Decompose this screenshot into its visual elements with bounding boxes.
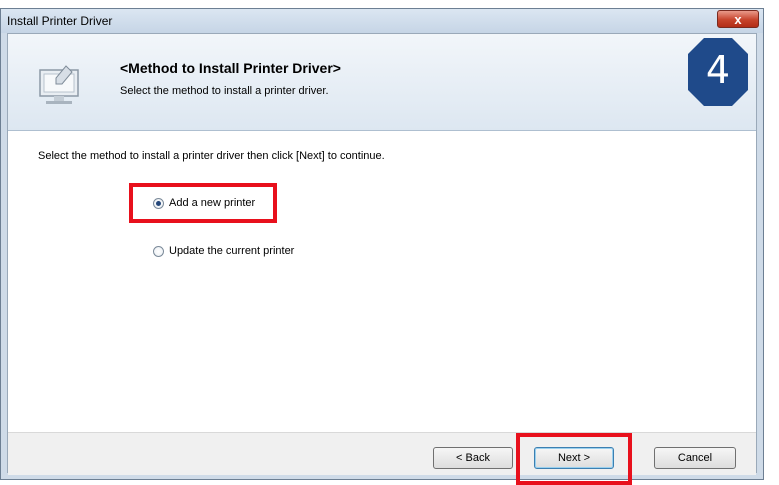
window-title: Install Printer Driver: [7, 14, 113, 28]
instruction-text: Select the method to install a printer d…: [38, 150, 385, 162]
monitor-install-icon: [39, 65, 79, 104]
close-button[interactable]: x: [717, 10, 759, 28]
highlight-box-next: [516, 433, 632, 485]
header-title: <Method to Install Printer Driver>: [120, 60, 341, 76]
installer-window: Install Printer Driver x <Method to Inst…: [0, 8, 764, 480]
title-bar[interactable]: Install Printer Driver x: [1, 9, 763, 33]
option-label: Add a new printer: [169, 197, 256, 209]
step-badge: 4: [686, 36, 750, 108]
dialog-content: <Method to Install Printer Driver> Selec…: [7, 33, 757, 475]
step-number: 4: [705, 48, 731, 92]
back-button[interactable]: < Back: [433, 447, 513, 469]
option-update-current-printer[interactable]: Update the current printer: [153, 245, 294, 257]
wizard-footer: < Back Next > Cancel: [8, 432, 756, 475]
radio-update-current-printer[interactable]: [153, 245, 164, 257]
radio-add-new-printer[interactable]: [153, 197, 164, 209]
cancel-button[interactable]: Cancel: [654, 447, 736, 469]
header-subtitle: Select the method to install a printer d…: [120, 85, 329, 97]
wizard-header: <Method to Install Printer Driver> Selec…: [8, 34, 756, 131]
option-add-new-printer[interactable]: Add a new printer: [153, 197, 255, 209]
option-label: Update the current printer: [169, 245, 295, 257]
